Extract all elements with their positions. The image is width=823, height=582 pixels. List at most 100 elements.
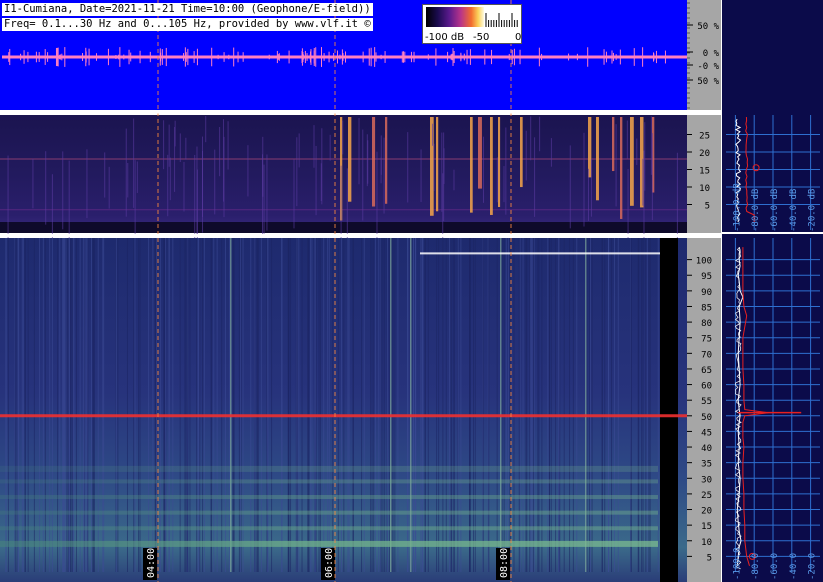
spec2-streak	[301, 238, 303, 572]
spec2-streak	[457, 238, 459, 572]
spec2-streak	[370, 238, 372, 572]
spec2-streak	[608, 238, 610, 572]
spec2-streak	[186, 238, 188, 572]
spec1-faint-streak	[214, 149, 216, 215]
spec2-bright-streak	[585, 238, 587, 572]
spec2-streak	[589, 238, 591, 572]
spec2-streak	[646, 238, 648, 572]
spec2-streak	[482, 238, 484, 572]
spec2-streak	[24, 238, 26, 572]
spec2-streak	[541, 238, 543, 572]
spec2-streak	[445, 238, 447, 572]
spec2-streak	[555, 238, 557, 572]
spec2-streak	[576, 238, 578, 572]
spec2-streak	[202, 238, 204, 572]
spec1-burst	[630, 117, 634, 206]
spec2-bright-streak	[230, 238, 232, 572]
spec2-streak	[49, 238, 51, 572]
spec2-streak	[102, 238, 104, 572]
spec1-faint-streak	[321, 128, 323, 205]
spec2-streak	[168, 238, 170, 572]
colorbar-label-max: 0	[515, 32, 522, 43]
spec1-burst	[478, 117, 482, 189]
spec2-streak	[460, 238, 462, 572]
spec2-streak	[238, 238, 240, 572]
spec2-y-tick-label: 80	[701, 319, 712, 329]
spec2-streak	[569, 238, 571, 572]
spec2-streak	[438, 238, 440, 572]
spec1-faint-streak	[163, 120, 165, 170]
spec2-streak	[601, 238, 603, 572]
spec2-streak	[450, 238, 452, 572]
spec2-y-tick-label: 65	[701, 366, 712, 376]
spec2-streak	[469, 238, 471, 572]
spec2-streak	[21, 238, 23, 572]
spec2-streak	[613, 238, 615, 572]
spec2-streak	[210, 238, 212, 572]
spec2-streak	[548, 238, 550, 572]
spec1-faint-streak	[266, 154, 268, 231]
spec1-burst	[588, 117, 592, 178]
spec2-streak	[591, 238, 593, 572]
colorbar-label-min: -100 dB	[425, 32, 465, 43]
spec1-faint-streak	[45, 151, 47, 225]
spec2-streak	[184, 238, 186, 572]
spec2-y-tick-label: 30	[701, 475, 712, 485]
spec1-faint-streak	[643, 150, 645, 245]
spec2-streak	[448, 238, 450, 572]
spec2-streak	[72, 238, 74, 572]
spec2-streak	[138, 238, 140, 572]
spec2-streak	[271, 238, 273, 572]
spec2-streak	[250, 238, 252, 572]
spec2-streak	[586, 238, 588, 572]
spec2-y-tick-label: 90	[701, 288, 712, 298]
spec1-faint-streak	[185, 137, 187, 160]
spec2-streak	[328, 238, 330, 572]
spec1-faint-streak	[583, 132, 585, 227]
spec1-faint-streak	[32, 158, 34, 209]
spec1-faint-streak	[51, 174, 53, 241]
spec2-streak	[213, 238, 215, 572]
spec2-streak	[637, 238, 639, 572]
spec1-faint-streak	[539, 116, 541, 152]
spec2-streak	[233, 238, 235, 572]
spec2-streak	[42, 238, 44, 572]
spec2-streak	[179, 238, 181, 572]
spec2-streak	[645, 238, 647, 572]
spec2-streak	[532, 238, 534, 572]
spec2-streak	[267, 238, 269, 572]
spec2-streak	[531, 238, 533, 572]
spec2-streak	[538, 238, 540, 572]
spec1-faint-streak	[432, 123, 434, 146]
spec1-faint-streak	[588, 168, 590, 221]
spec1-faint-streak	[108, 166, 110, 209]
spec2-y-tick-label: 75	[701, 335, 712, 345]
spec2-streak	[203, 238, 205, 572]
spec2-streak	[513, 238, 515, 572]
spec1-faint-streak	[340, 165, 342, 245]
waveform-y-tick-label: 50 %	[697, 77, 719, 87]
spec1-faint-streak	[362, 129, 364, 221]
spec1-burst	[498, 117, 501, 208]
spec2-streak	[394, 238, 396, 572]
spec2-streak	[185, 238, 187, 572]
spec2-low-band	[0, 526, 658, 531]
spec2-streak	[371, 238, 373, 572]
spec1-burst	[596, 117, 599, 201]
spec1-faint-streak	[342, 120, 344, 155]
spec2-low-band	[0, 495, 658, 500]
spec2-streak	[260, 238, 262, 572]
spec2-streak	[343, 238, 345, 572]
spec1-burst	[612, 117, 615, 172]
spec1-burst	[430, 117, 434, 216]
spec2-y-tick-label: 100	[696, 257, 712, 267]
spec1-faint-streak	[433, 143, 435, 191]
spec2-streak	[115, 238, 117, 572]
spec2-streak	[196, 238, 198, 572]
spec2-streak	[374, 238, 376, 572]
spec2-streak	[347, 238, 349, 572]
spec1-faint-streak	[205, 116, 207, 143]
spec2-streak	[604, 238, 606, 572]
spec2-streak	[348, 238, 350, 572]
spec1-faint-streak	[183, 161, 185, 212]
